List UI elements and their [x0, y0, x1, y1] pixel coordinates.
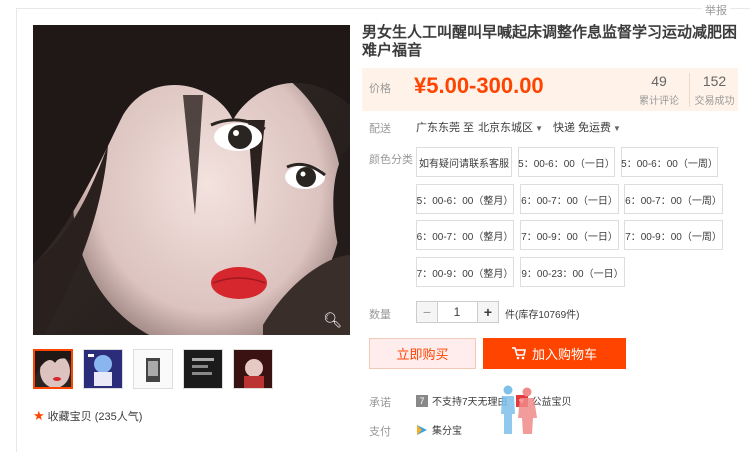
delivery-info: 广东东莞 至 北京东城区 ▼ 快递 免运费 ▼ — [416, 119, 621, 135]
thumbnail-4[interactable] — [183, 349, 223, 389]
sku-option-7[interactable]: 6：00-7：00（整月） — [416, 220, 514, 250]
sku-option-8[interactable]: 7：00-9：00（一日） — [520, 220, 619, 250]
price-value: ¥5.00-300.00 — [414, 73, 544, 98]
payment-info: 集分宝 — [416, 422, 462, 437]
decorative-figures-icon — [501, 385, 537, 434]
payment-label: 支付 — [369, 426, 391, 438]
delivery-destination[interactable]: 北京东城区 ▼ — [478, 119, 543, 135]
buy-now-label: 立即购买 — [396, 347, 449, 362]
price-label: 价格 — [369, 83, 391, 95]
thumbnail-5[interactable] — [233, 349, 273, 389]
stock-text: 件(库存10769件) — [505, 310, 580, 321]
delivery-destination-text: 北京东城区 — [478, 122, 534, 134]
delivery-method-text: 快递 免运费 — [552, 122, 612, 134]
trade-count-label: 交易成功 — [694, 96, 735, 107]
product-title: 男女生人工叫醒叫早喊起床调整作息监督学习运动减肥困难户福音 — [362, 24, 738, 59]
thumbnail-anime — [84, 350, 122, 388]
quantity-input[interactable]: 1 — [437, 301, 477, 323]
zoom-icon[interactable]: 🔍︎ — [323, 311, 342, 329]
sku-option-1[interactable]: 如有疑问请联系客服 — [416, 147, 512, 177]
thumbnail-dark-poster — [184, 350, 222, 388]
favorite-button[interactable]: ★ 收藏宝贝 (235人气) — [33, 408, 142, 424]
review-count[interactable]: 49 累计评论 — [634, 73, 684, 107]
sku-option-2[interactable]: 5：00-6：00（一日） — [518, 147, 615, 177]
cart-icon — [511, 347, 526, 360]
thumbnail-phone — [134, 350, 172, 388]
seven-day-icon: 7 — [416, 394, 428, 407]
thumbnail-portrait — [35, 351, 71, 387]
delivery-from: 广东东莞 至 — [416, 122, 475, 134]
favorite-text: 收藏宝贝 (235人气) — [47, 411, 143, 423]
trade-count: 152 交易成功 — [689, 73, 739, 107]
add-to-cart-button[interactable]: 加入购物车 — [483, 338, 626, 369]
payment-method: 集分宝 — [432, 426, 462, 437]
thumbnail-girl-red — [234, 350, 272, 388]
sku-option-11[interactable]: 9：00-23：00（一日） — [520, 257, 625, 287]
sku-label: 颜色分类 — [369, 154, 413, 166]
thumbnail-2[interactable] — [83, 349, 123, 389]
sku-option-10[interactable]: 7：00-9：00（整月） — [416, 257, 514, 287]
portrait-illustration — [33, 25, 350, 335]
chevron-down-icon: ▼ — [613, 124, 621, 133]
promise-label: 承诺 — [369, 397, 391, 409]
sku-option-3[interactable]: 5：00-6：00（一周） — [621, 147, 718, 177]
review-count-label: 累计评论 — [639, 96, 679, 107]
sku-option-5[interactable]: 6：00-7：00（一日） — [520, 184, 619, 214]
sku-option-9[interactable]: 7：00-9：00（一周） — [624, 220, 723, 250]
delivery-label: 配送 — [369, 123, 391, 135]
trade-count-number: 152 — [702, 73, 727, 89]
thumbnail-strip — [33, 349, 273, 389]
sku-option-4[interactable]: 5：00-6：00（整月） — [416, 184, 514, 214]
report-link[interactable]: 举报 — [702, 2, 730, 18]
add-to-cart-label: 加入购物车 — [531, 347, 597, 362]
sku-option-6[interactable]: 6：00-7：00（一周） — [624, 184, 723, 214]
thumbnail-3[interactable] — [133, 349, 173, 389]
main-product-image[interactable]: 🔍︎ — [33, 25, 350, 335]
quantity-label: 数量 — [369, 309, 391, 321]
quantity-increment-button[interactable]: + — [477, 301, 499, 323]
quantity-decrement-button[interactable]: − — [416, 301, 438, 323]
delivery-method[interactable]: 快递 免运费 ▼ — [553, 119, 621, 135]
star-icon: ★ — [33, 408, 45, 423]
promise-info: 7 不支持7天无理由 ♥ 公益宝贝 — [416, 393, 572, 408]
jifenbao-icon — [417, 424, 427, 435]
price-box: 价格 ¥5.00-300.00 49 累计评论 152 交易成功 — [362, 68, 738, 111]
thumbnail-1[interactable] — [33, 349, 73, 389]
review-count-number: 49 — [651, 73, 667, 89]
chevron-down-icon: ▼ — [535, 124, 543, 133]
buy-now-button[interactable]: 立即购买 — [369, 338, 476, 369]
